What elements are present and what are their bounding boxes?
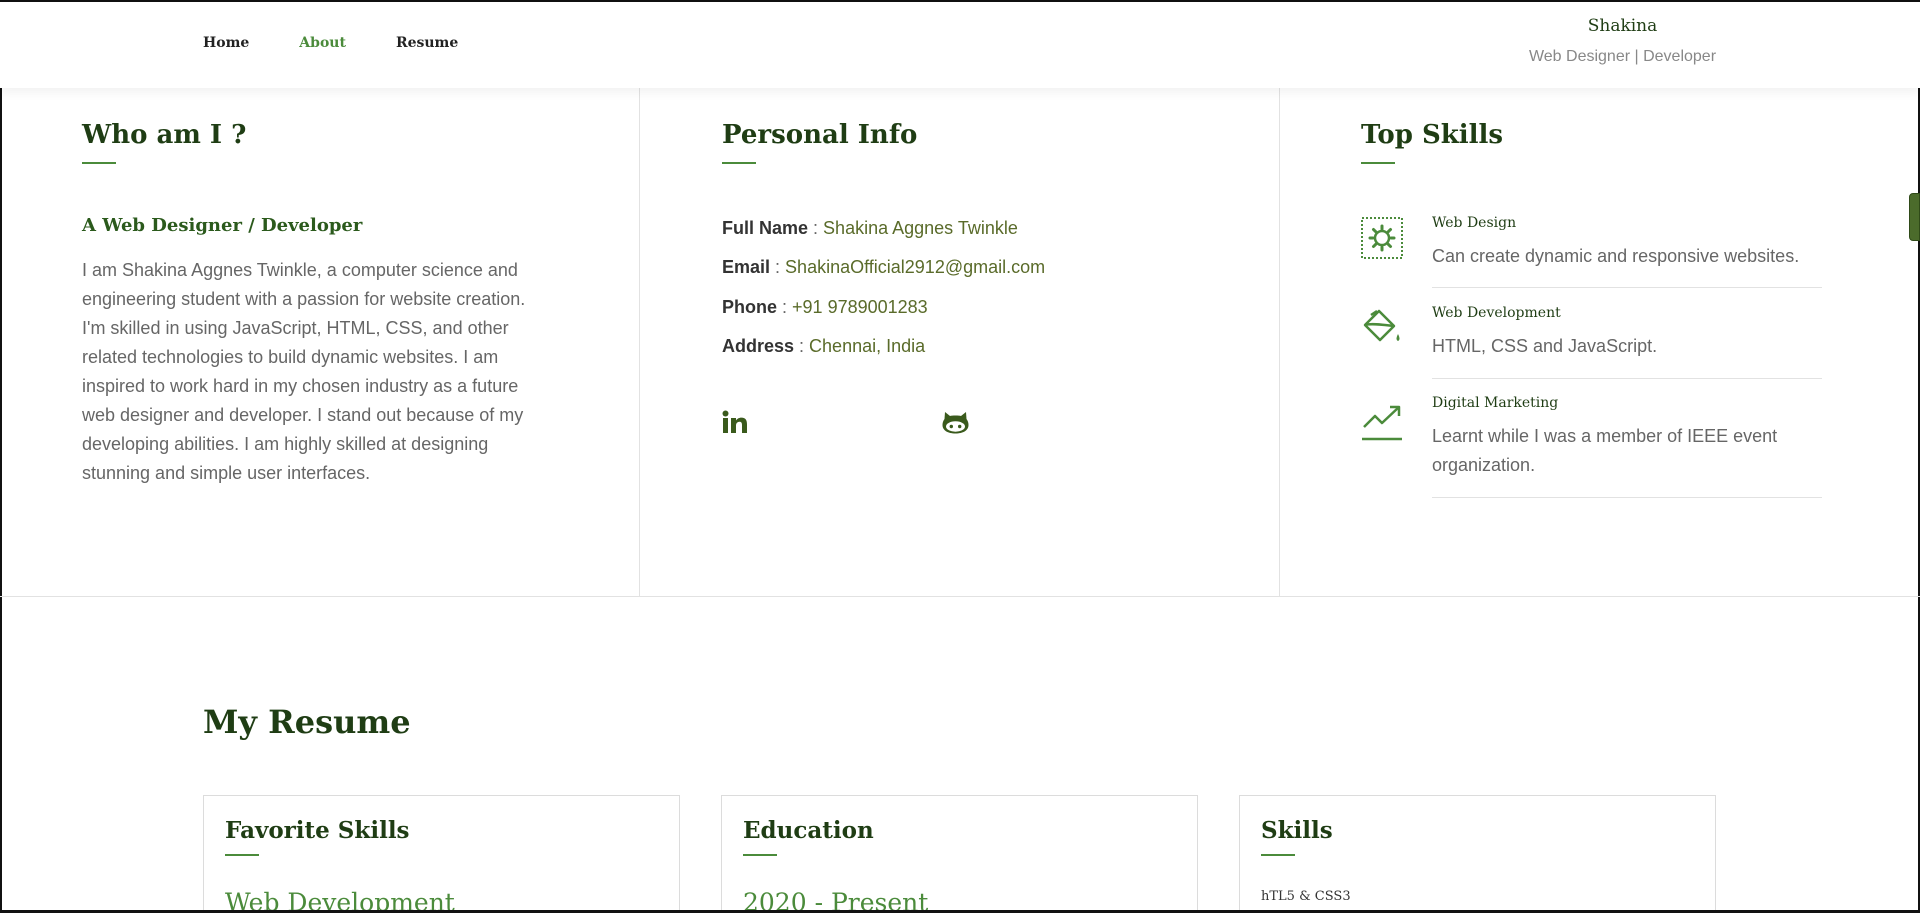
divider [1432,378,1822,379]
title-underline [82,162,116,164]
linkedin-icon[interactable] [722,410,748,439]
skills-card: Skills hTL5 & CSS3 [1239,795,1716,913]
who-am-i-text: I am Shakina Aggnes Twinkle, a computer … [82,260,526,483]
info-value: +91 9789001283 [792,297,928,317]
nav-about-link[interactable]: About [299,35,346,51]
site-header: Home About Resume Shakina Web Designer |… [0,2,1920,88]
title-underline [1361,162,1395,164]
column-divider [639,88,640,597]
main-nav: Home About Resume [203,35,458,51]
title-underline [743,854,777,856]
skill-desc: HTML, CSS and JavaScript. [1432,336,1658,356]
top-skills-title: Top Skills [1361,120,1503,150]
divider [1432,497,1822,498]
title-underline [225,854,259,856]
personal-info-title: Personal Info [722,120,918,150]
favorite-skills-card: Favorite Skills Web Development [203,795,680,913]
skill-desc: Can create dynamic and responsive websit… [1432,246,1800,266]
trending-up-icon [1361,401,1403,443]
card-title: Education [743,817,874,844]
divider [1432,287,1822,288]
nav-home-link[interactable]: Home [203,35,249,51]
info-phone: Phone : +91 9789001283 [722,297,928,317]
title-underline [1261,854,1295,856]
brand: Shakina Web Designer | Developer [1480,16,1765,66]
skill-name: Web Design [1432,215,1517,231]
skill-name: Digital Marketing [1432,395,1559,411]
info-label: Full Name [722,218,809,238]
github-icon[interactable] [942,410,969,439]
gear-box-icon [1361,217,1403,259]
info-label: Phone [722,297,778,317]
column-divider [1279,88,1280,597]
info-value[interactable]: ShakinaOfficial2912@gmail.com [785,257,1045,277]
brand-name[interactable]: Shakina [1480,16,1765,36]
who-am-i-title: Who am I ? [82,120,247,150]
skill-desc: Learnt while I was a member of IEEE even… [1432,426,1778,475]
card-entry: hTL5 & CSS3 [1261,889,1351,904]
nav-resume-link[interactable]: Resume [396,35,458,51]
card-title: Favorite Skills [225,817,410,844]
info-email: Email : ShakinaOfficial2912@gmail.com [722,257,1046,277]
paint-bucket-icon [1361,307,1403,349]
side-settings-tab[interactable] [1909,193,1920,241]
resume-title: My Resume [203,703,411,741]
title-underline [722,162,756,164]
info-address: Address : Chennai, India [722,336,926,356]
card-title: Skills [1261,817,1333,844]
info-value: Chennai, India [809,336,926,356]
brand-tagline: Web Designer | Developer [1528,48,1717,65]
info-label: Address [722,336,795,356]
skill-name: Web Development [1432,305,1561,321]
education-card: Education 2020 - Present [721,795,1198,913]
info-value: Shakina Aggnes Twinkle [823,218,1018,238]
info-full-name: Full Name : Shakina Aggnes Twinkle [722,218,1018,238]
info-label: Email [722,257,771,277]
who-am-i-subtitle: A Web Designer / Developer [82,215,363,236]
